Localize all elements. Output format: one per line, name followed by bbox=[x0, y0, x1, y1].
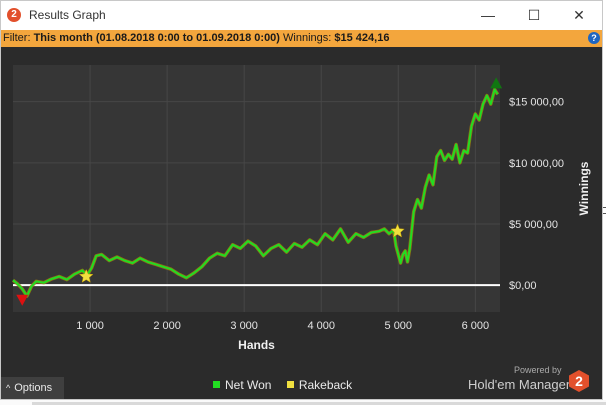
close-button[interactable]: ✕ bbox=[556, 1, 602, 30]
graph-area: 1 000 2 000 3 000 4 000 5 000 6 000 $0,00 $5 00… bbox=[1, 47, 602, 399]
winnings-label: Winnings: bbox=[283, 32, 332, 44]
results-chart[interactable]: 1 000 2 000 3 000 4 000 5 000 6 000 $0,00 $5 00… bbox=[1, 47, 602, 377]
maximize-button[interactable]: ☐ bbox=[511, 1, 557, 30]
filter-label: Filter: bbox=[3, 32, 31, 44]
rakeback-swatch bbox=[286, 381, 294, 388]
legend-item-net-won: Net Won bbox=[213, 378, 271, 392]
y-tick-label: $15 000,00 bbox=[509, 97, 564, 109]
x-tick-label: 6 000 bbox=[462, 320, 490, 332]
x-tick-label: 5 000 bbox=[385, 320, 413, 332]
powered-by-text: Powered by bbox=[514, 365, 562, 375]
filter-value: This month (01.08.2018 0:00 to 01.09.201… bbox=[33, 32, 280, 44]
legend-label-net-won: Net Won bbox=[225, 378, 272, 392]
options-label: Options bbox=[14, 382, 53, 394]
x-tick-label: 1 000 bbox=[76, 320, 104, 332]
app-logo-icon: 2 bbox=[7, 8, 21, 22]
help-icon[interactable]: ? bbox=[588, 32, 600, 44]
filter-bar: Filter: This month (01.08.2018 0:00 to 0… bbox=[1, 30, 602, 47]
net-won-swatch bbox=[213, 381, 220, 388]
bottom-strip bbox=[0, 400, 606, 405]
brand-name: Hold'em Manager bbox=[468, 377, 571, 392]
minimize-button[interactable]: — bbox=[465, 1, 511, 30]
y-tick-label: $5 000,00 bbox=[509, 219, 558, 231]
x-tick-label: 2 000 bbox=[153, 320, 181, 332]
y-axis-title: Winnings bbox=[577, 161, 591, 215]
x-axis-title: Hands bbox=[238, 338, 275, 352]
y-tick-label: $0,00 bbox=[509, 280, 537, 292]
title-bar[interactable]: 2 Results Graph — ☐ ✕ bbox=[1, 1, 602, 30]
winnings-value: $15 424,16 bbox=[334, 32, 390, 44]
legend-item-rakeback: Rakeback bbox=[286, 378, 353, 392]
x-tick-label: 4 000 bbox=[307, 320, 335, 332]
chart-legend: Net Won Rakeback bbox=[213, 378, 364, 392]
results-graph-window: 2 Results Graph — ☐ ✕ Filter: This month… bbox=[0, 0, 603, 400]
window-title: Results Graph bbox=[29, 8, 106, 22]
y-tick-label: $10 000,00 bbox=[509, 158, 564, 170]
caret-up-icon: ^ bbox=[6, 383, 11, 393]
legend-label-rakeback: Rakeback bbox=[298, 378, 353, 392]
x-tick-label: 3 000 bbox=[230, 320, 258, 332]
options-button[interactable]: ^ Options bbox=[1, 377, 64, 399]
